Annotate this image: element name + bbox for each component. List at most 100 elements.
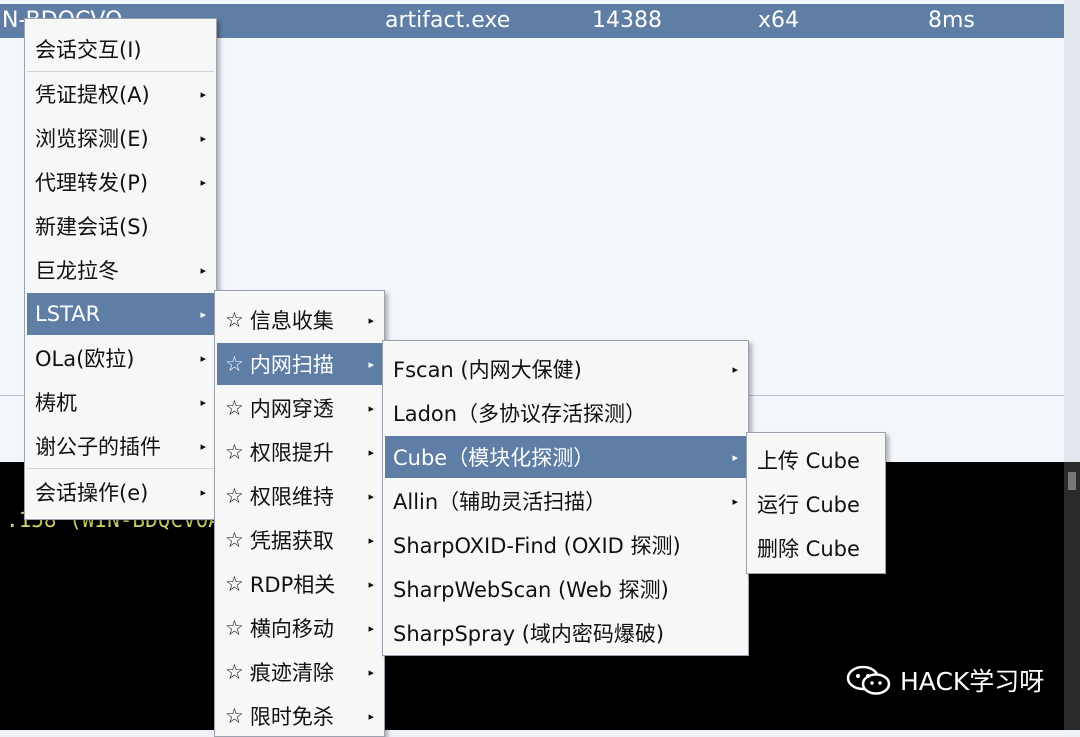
chevron-right-icon: ▸ bbox=[200, 264, 206, 277]
scan-item-ladon[interactable]: Ladon（多协议存活探测） bbox=[385, 392, 746, 434]
chevron-right-icon: ▸ bbox=[368, 314, 374, 327]
session-process: artifact.exe bbox=[385, 8, 511, 33]
menu-item-label: 代理转发(P) bbox=[35, 171, 149, 195]
menu-item-lstar[interactable]: LSTAR ▸ bbox=[27, 293, 214, 335]
scan-item-oxid[interactable]: SharpOXID-Find (OXID 探测) bbox=[385, 524, 746, 566]
chevron-right-icon: ▸ bbox=[200, 132, 206, 145]
chevron-right-icon: ▸ bbox=[368, 534, 374, 547]
star-icon: ☆ bbox=[225, 528, 244, 552]
table-scrollbar[interactable] bbox=[1064, 0, 1080, 462]
cube-item-delete[interactable]: 删除 Cube bbox=[749, 527, 883, 569]
lstar-item-av-evasion[interactable]: ☆ 限时免杀 ▸ bbox=[217, 695, 382, 737]
menu-item-ola[interactable]: OLa(欧拉) ▸ bbox=[27, 337, 214, 379]
chevron-right-icon: ▸ bbox=[200, 352, 206, 365]
menu-separator bbox=[27, 71, 214, 72]
chevron-right-icon: ▸ bbox=[200, 308, 206, 321]
lstar-item-scan[interactable]: ☆ 内网扫描 ▸ bbox=[217, 343, 382, 385]
cube-item-run[interactable]: 运行 Cube bbox=[749, 483, 883, 525]
wechat-icon bbox=[846, 665, 891, 695]
menu-item-browse[interactable]: 浏览探测(E) ▸ bbox=[27, 117, 214, 159]
menu-item-credential[interactable]: 凭证提权(A) ▸ bbox=[27, 73, 214, 115]
lstar-item-privesc[interactable]: ☆ 权限提升 ▸ bbox=[217, 431, 382, 473]
menu-item-proxy[interactable]: 代理转发(P) ▸ bbox=[27, 161, 214, 203]
lstar-submenu: ☆ 信息收集 ▸ ☆ 内网扫描 ▸ ☆ 内网穿透 ▸ ☆ 权限提升 ▸ ☆ 权限维持 ▸ ☆ 凭据获取… bbox=[214, 290, 385, 737]
session-pid: 14388 bbox=[592, 8, 662, 33]
chevron-right-icon: ▸ bbox=[368, 622, 374, 635]
menu-item-xie-plugin[interactable]: 谢公子的插件 ▸ bbox=[27, 425, 214, 467]
menu-item-label: 删除 Cube bbox=[757, 537, 860, 561]
console-scrollbar[interactable] bbox=[1064, 462, 1080, 730]
scan-item-allin[interactable]: Allin（辅助灵活扫描） ▸ bbox=[385, 480, 746, 522]
chevron-right-icon: ▸ bbox=[732, 363, 738, 376]
menu-item-label: RDP相关 bbox=[249, 573, 336, 597]
star-icon: ☆ bbox=[225, 704, 244, 728]
menu-item-label: 横向移动 bbox=[249, 617, 334, 641]
lstar-item-tunnel[interactable]: ☆ 内网穿透 ▸ bbox=[217, 387, 382, 429]
menu-item-label: 巨龙拉冬 bbox=[35, 259, 119, 283]
menu-item-label: 限时免杀 bbox=[249, 705, 334, 729]
menu-item-label: 内网扫描 bbox=[249, 353, 334, 377]
menu-item-label: Allin（辅助灵活扫描） bbox=[393, 490, 607, 514]
chevron-right-icon: ▸ bbox=[200, 88, 206, 101]
menu-item-session-ops[interactable]: 会话操作(e) ▸ bbox=[27, 471, 214, 513]
chevron-right-icon: ▸ bbox=[732, 495, 738, 508]
menu-item-label: Fscan (内网大保健) bbox=[393, 358, 582, 382]
star-icon: ☆ bbox=[225, 308, 244, 332]
menu-item-label: SharpOXID-Find (OXID 探测) bbox=[393, 534, 681, 558]
menu-item-label: 会话交互(I) bbox=[35, 38, 142, 62]
menu-item-label: 凭证提权(A) bbox=[35, 83, 150, 107]
cube-item-upload[interactable]: 上传 Cube bbox=[749, 439, 883, 481]
scan-item-webscan[interactable]: SharpWebScan (Web 探测) bbox=[385, 568, 746, 610]
star-icon: ☆ bbox=[225, 660, 244, 684]
menu-item-label: 信息收集 bbox=[249, 309, 334, 333]
scan-submenu: Fscan (内网大保健) ▸ Ladon（多协议存活探测） Cube（模块化探测… bbox=[382, 340, 749, 656]
session-last: 8ms bbox=[928, 8, 975, 33]
menu-item-label: SharpWebScan (Web 探测) bbox=[393, 578, 669, 602]
menu-item-label: 运行 Cube bbox=[757, 493, 860, 517]
chevron-right-icon: ▸ bbox=[368, 358, 374, 371]
menu-item-label: 凭据获取 bbox=[249, 529, 334, 553]
menu-item-label: LSTAR bbox=[35, 302, 101, 326]
menu-item-new-session[interactable]: 新建会话(S) bbox=[27, 205, 214, 247]
star-icon: ☆ bbox=[225, 484, 244, 508]
menu-item-label: 内网穿透 bbox=[249, 397, 334, 421]
menu-item-label: SharpSpray (域内密码爆破) bbox=[393, 622, 665, 646]
lstar-item-persist[interactable]: ☆ 权限维持 ▸ bbox=[217, 475, 382, 517]
chevron-right-icon: ▸ bbox=[732, 451, 738, 464]
scan-item-fscan[interactable]: Fscan (内网大保健) ▸ bbox=[385, 348, 746, 390]
lstar-item-cleanup[interactable]: ☆ 痕迹清除 ▸ bbox=[217, 651, 382, 693]
session-arch: x64 bbox=[758, 8, 800, 33]
scan-item-cube[interactable]: Cube（模块化探测） ▸ bbox=[385, 436, 746, 478]
lstar-item-rdp[interactable]: ☆ RDP相关 ▸ bbox=[217, 563, 382, 605]
star-icon: ☆ bbox=[225, 396, 244, 420]
menu-item-label: 新建会话(S) bbox=[35, 215, 149, 239]
lstar-item-creds[interactable]: ☆ 凭据获取 ▸ bbox=[217, 519, 382, 561]
watermark-text: HACK学习呀 bbox=[900, 667, 1045, 696]
lstar-item-info[interactable]: ☆ 信息收集 ▸ bbox=[217, 299, 382, 341]
menu-item-label: Cube（模块化探测） bbox=[393, 446, 595, 470]
scan-item-spray[interactable]: SharpSpray (域内密码爆破) bbox=[385, 612, 746, 654]
menu-item-ladon-plugin[interactable]: 巨龙拉冬 ▸ bbox=[27, 249, 214, 291]
menu-item-taowu[interactable]: 梼杌 ▸ bbox=[27, 381, 214, 423]
chevron-right-icon: ▸ bbox=[200, 440, 206, 453]
menu-item-label: 上传 Cube bbox=[757, 449, 860, 473]
cube-submenu: 上传 Cube 运行 Cube 删除 Cube bbox=[746, 432, 886, 574]
menu-separator bbox=[27, 468, 214, 469]
chevron-right-icon: ▸ bbox=[368, 490, 374, 503]
star-icon: ☆ bbox=[225, 616, 244, 640]
chevron-right-icon: ▸ bbox=[368, 402, 374, 415]
menu-item-label: 权限提升 bbox=[249, 441, 334, 465]
chevron-right-icon: ▸ bbox=[368, 578, 374, 591]
watermark: HACK学习呀 bbox=[846, 662, 1044, 698]
chevron-right-icon: ▸ bbox=[368, 666, 374, 679]
chevron-right-icon: ▸ bbox=[200, 396, 206, 409]
menu-item-label: 浏览探测(E) bbox=[35, 127, 149, 151]
chevron-right-icon: ▸ bbox=[200, 486, 206, 499]
star-icon: ☆ bbox=[225, 572, 244, 596]
lstar-item-lateral[interactable]: ☆ 横向移动 ▸ bbox=[217, 607, 382, 649]
menu-item-session-interact[interactable]: 会话交互(I) bbox=[27, 28, 214, 70]
chevron-right-icon: ▸ bbox=[200, 176, 206, 189]
menu-item-label: 谢公子的插件 bbox=[35, 435, 161, 459]
menu-item-label: 梼杌 bbox=[35, 391, 77, 415]
menu-item-label: 权限维持 bbox=[249, 485, 334, 509]
